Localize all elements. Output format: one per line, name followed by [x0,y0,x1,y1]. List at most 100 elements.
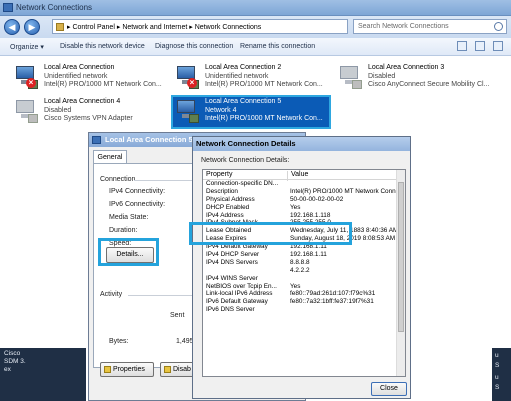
connection-adapter: Intel(R) PRO/1000 MT Network Con... [205,81,323,88]
details-dialog-titlebar: Network Connection Details [193,137,410,151]
status-dialog-title: Local Area Connection 5 S [105,135,200,144]
network-adapter-icon: × [14,66,38,90]
breadcrumb-separator: ▸ [189,24,193,31]
property-cell: Connection-specific DN... [206,180,279,187]
command-bar: Organize ▾ Disable this network device D… [0,38,511,56]
taskbar-text: u [495,374,499,381]
taskbar-text: u [495,352,499,359]
sent-label: Sent [170,312,185,319]
activity-heading: Activity [100,291,123,298]
breadcrumb-network-connections[interactable]: Network Connections [195,24,262,31]
details-row[interactable]: IPv6 Default Gateway fe80::7a32:1bff:fe37… [203,298,405,306]
bytes-label: Bytes: [109,338,129,345]
details-row[interactable]: Connection-specific DN... [203,180,405,188]
search-icon[interactable] [494,22,503,31]
details-row[interactable]: IPv4 DHCP Server 192.168.1.11 [203,251,405,259]
network-connection-details-dialog: Network Connection Details Network Conne… [192,136,411,399]
property-cell: Link-local IPv6 Address [206,290,273,298]
value-cell: 50-00-00-02-00-02 [290,195,344,203]
property-cell: IPv6 Default Gateway [206,298,268,306]
connection-name: Local Area Connection 4 [44,98,121,105]
connection-adapter: Intel(R) PRO/1000 MT Network Con... [44,81,162,88]
details-dialog-title: Network Connection Details [196,139,296,148]
organize-button[interactable]: Organize ▾ [10,43,44,51]
details-row[interactable]: Link-local IPv6 Address fe80::79ad:261d:1… [203,290,405,298]
details-row[interactable]: IPv6 DNS Server [203,306,405,314]
search-input[interactable]: Search Network Connections [353,19,507,34]
divider [134,180,194,181]
tab-general[interactable]: General [93,150,127,164]
connection-status: Unidentified network [205,72,269,80]
details-row[interactable]: NetBIOS over Tcpip En... Yes [203,283,405,291]
details-row[interactable]: DHCP Enabled Yes [203,204,405,212]
desktop-area [0,333,86,348]
control-panel-icon [56,23,64,31]
details-row[interactable]: IPv4 DNS Servers 8.8.8.8 [203,259,405,267]
breadcrumb: ▸ Control Panel ▸ Network and Internet ▸… [67,23,261,31]
value-cell: 192.168.1.118 [290,211,331,219]
shield-icon [164,366,171,373]
details-list-header: Property Value [203,170,405,181]
details-row[interactable]: Physical Address 50-00-00-02-00-02 [203,196,405,204]
connection-name: Local Area Connection [44,64,115,71]
taskbar-left: Cisco SDM 3. ex [0,348,86,401]
details-list[interactable]: Property Value Connection-specific DN...… [202,169,406,377]
property-cell: IPv4 WINS Server [206,274,258,282]
window-title: Network Connections [16,3,93,12]
connection-status: Disabled [44,106,72,114]
connection-name: Local Area Connection 3 [368,64,445,71]
property-cell: Description [206,187,238,195]
ipv6-connectivity-label: IPv6 Connectivity: [109,201,166,208]
disable-device-button[interactable]: Disable this network device [60,43,145,50]
column-header-property[interactable]: Property [206,171,232,178]
diagnose-button[interactable]: Diagnose this connection [155,43,233,50]
details-row[interactable]: 4.2.2.2 [203,267,405,275]
ipv4-connectivity-label: IPv4 Connectivity: [109,188,166,195]
network-icon [92,136,101,144]
value-cell: 8.8.8.8 [290,258,310,266]
forward-arrow-icon[interactable]: ▶ [24,19,40,35]
connection-adapter: Cisco AnyConnect Secure Mobility Cl... [368,81,490,88]
scrollbar-thumb[interactable] [398,182,404,332]
property-cell: IPv4 Address [206,211,244,219]
breadcrumb-separator: ▸ [67,24,71,31]
disable-label: Disab [173,366,191,373]
connection-adapter: Cisco Systems VPN Adapter [44,115,133,122]
details-row[interactable]: IPv4 WINS Server [203,275,405,283]
close-button[interactable]: Close [371,382,407,396]
address-bar[interactable]: ▸ Control Panel ▸ Network and Internet ▸… [52,19,348,34]
connection-name: Local Area Connection 2 [205,64,282,71]
network-adapter-icon [175,100,199,124]
network-adapter-disabled-icon [14,100,38,124]
search-placeholder: Search Network Connections [358,23,449,30]
back-arrow-icon[interactable]: ◀ [4,19,20,35]
breadcrumb-network-internet[interactable]: Network and Internet [122,24,187,31]
value-cell: fe80::79ad:261d:107:f79c%31 [290,290,376,298]
details-row[interactable]: Description Intel(R) PRO/1000 MT Network … [203,188,405,196]
property-cell: DHCP Enabled [206,203,250,211]
properties-button[interactable]: Properties [100,362,154,377]
details-button[interactable]: Details... [106,247,154,263]
property-cell: NetBIOS over Tcpip En... [206,282,277,290]
shield-icon [104,366,111,373]
taskbar-text: SDM 3. [4,358,26,365]
taskbar-text: ex [4,366,11,373]
preview-pane-icon[interactable] [475,41,486,51]
connection-status: Network 4 [205,106,237,114]
help-icon[interactable] [493,41,503,51]
connection-status: Disabled [368,72,396,80]
change-view-icon[interactable] [457,41,468,51]
media-state-label: Media State: [109,214,149,221]
taskbar-text: S [495,384,500,391]
breadcrumb-control-panel[interactable]: Control Panel [72,24,114,31]
value-cell: Yes [290,203,301,211]
details-scrollbar[interactable] [396,170,405,376]
rename-button[interactable]: Rename this connection [240,43,315,50]
duration-label: Duration: [109,227,138,234]
value-cell: fe80::7a32:1bff:fe37:19f7%31 [290,298,374,306]
connection-adapter: Intel(R) PRO/1000 MT Network Con... [205,115,323,122]
network-adapter-icon: × [175,66,199,90]
details-row[interactable]: IPv4 Address 192.168.1.118 [203,212,405,220]
network-adapter-disabled-icon [338,66,362,90]
column-header-value[interactable]: Value [291,171,308,178]
